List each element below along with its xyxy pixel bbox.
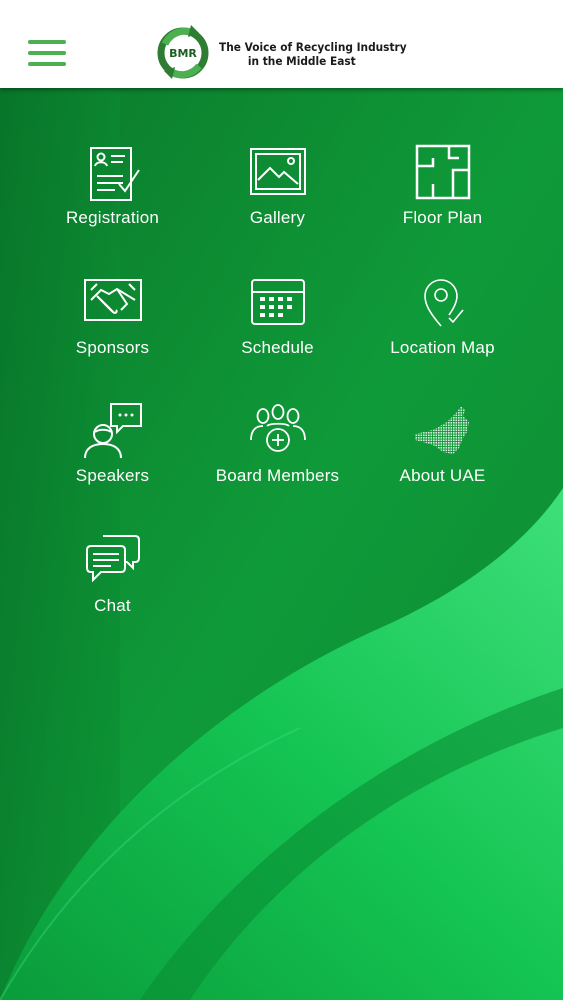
app-header: BMR The Voice of Recycling Industry in t… xyxy=(0,0,563,88)
menu-item-label: Board Members xyxy=(215,466,340,485)
tagline-line-1: The Voice of Recycling Industry xyxy=(219,40,407,54)
menu-item-chat[interactable]: Chat xyxy=(30,532,195,642)
bmr-logo: BMR xyxy=(157,25,209,79)
group-people-icon xyxy=(249,404,306,452)
uae-map-icon xyxy=(414,406,469,454)
menu-item-registration[interactable]: Registration xyxy=(30,144,195,254)
gallery-picture-icon xyxy=(249,148,306,195)
tagline: The Voice of Recycling Industry in the M… xyxy=(219,40,407,68)
calendar-icon xyxy=(250,279,305,325)
floor-plan-icon xyxy=(415,144,470,200)
map-pin-icon xyxy=(423,279,464,327)
hamburger-menu-icon[interactable] xyxy=(28,40,66,70)
menu-item-sponsors[interactable]: Sponsors xyxy=(30,274,195,384)
menu-item-label: Gallery xyxy=(249,208,306,227)
menu-item-about-uae[interactable]: About UAE xyxy=(360,402,525,512)
logo-text: BMR xyxy=(169,47,197,60)
menu-item-location-map[interactable]: Location Map xyxy=(360,274,525,384)
handshake-icon xyxy=(83,279,142,321)
menu-item-speakers[interactable]: Speakers xyxy=(30,402,195,512)
menu-item-label: Location Map xyxy=(390,338,495,357)
chat-bubbles-icon xyxy=(85,535,140,583)
menu-item-label: Floor Plan xyxy=(402,208,483,227)
menu-item-label: Speakers xyxy=(75,466,150,485)
menu-item-board-members[interactable]: Board Members xyxy=(195,402,360,512)
menu-item-gallery[interactable]: Gallery xyxy=(195,144,360,254)
tagline-line-2: in the Middle East xyxy=(247,54,356,68)
menu-item-label: Schedule xyxy=(241,338,314,357)
menu-item-label: Chat xyxy=(94,596,131,615)
menu-item-label: About UAE xyxy=(399,466,486,485)
registration-form-icon xyxy=(89,147,140,201)
menu-item-floor-plan[interactable]: Floor Plan xyxy=(360,144,525,254)
menu-item-label: Sponsors xyxy=(75,338,150,357)
menu-item-schedule[interactable]: Schedule xyxy=(195,274,360,384)
menu-item-label: Registration xyxy=(65,208,160,227)
speaker-chat-icon xyxy=(83,403,142,459)
main-menu-grid: Registration Gallery Floor Plan Sponsors… xyxy=(0,88,563,1000)
